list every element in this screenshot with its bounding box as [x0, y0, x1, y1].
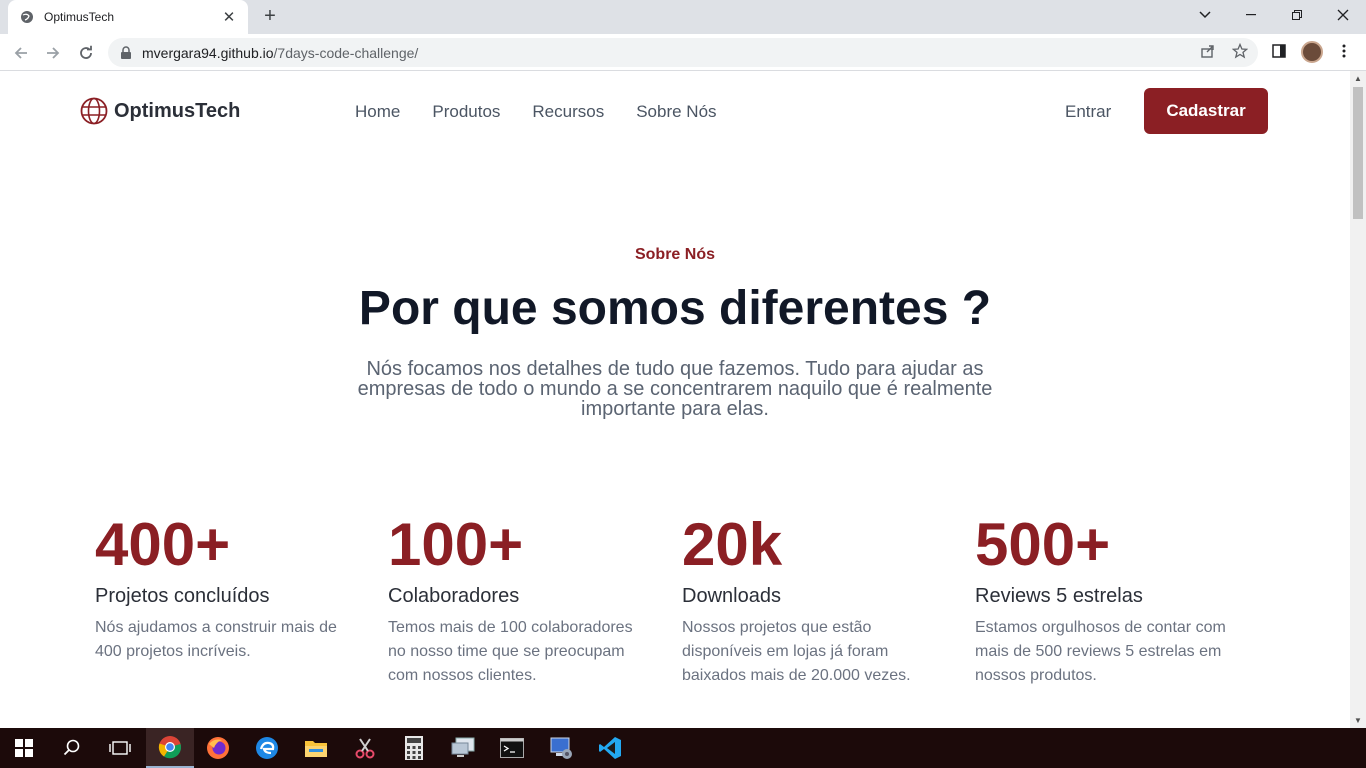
new-tab-button[interactable]: +: [258, 5, 282, 29]
stat-card-collaborators: 100+ Colaboradores Temos mais de 100 col…: [388, 513, 653, 688]
nav-link-recursos[interactable]: Recursos: [532, 102, 604, 122]
terminal-icon[interactable]: [488, 728, 536, 768]
url-host: mvergara94.github.io: [142, 44, 274, 61]
browser-toolbar: mvergara94.github.io/7days-code-challeng…: [0, 34, 1366, 71]
stat-value: 500+: [975, 511, 1111, 578]
stat-card-reviews: 500+ Reviews 5 estrelas Estamos orgulhos…: [975, 513, 1240, 688]
scroll-down-arrow-icon[interactable]: ▼: [1354, 716, 1362, 725]
restore-window-icon[interactable]: [1274, 0, 1320, 30]
brand[interactable]: OptimusTech: [80, 97, 240, 125]
remote-desktop-icon[interactable]: [439, 728, 487, 768]
stat-card-projects: 400+ Projetos concluídos Nós ajudamos a …: [95, 513, 360, 664]
tab-search-chevron-icon[interactable]: [1182, 0, 1228, 30]
login-link[interactable]: Entrar: [1065, 102, 1111, 122]
stat-value: 400+: [95, 511, 231, 578]
windows-taskbar: [0, 728, 1366, 768]
page-viewport: OptimusTech Home Produtos Recursos Sobre…: [0, 71, 1366, 728]
brand-name: OptimusTech: [114, 99, 241, 122]
edge-icon[interactable]: [243, 728, 291, 768]
vscode-icon[interactable]: [586, 728, 634, 768]
browser-tabstrip: OptimusTech ✕ +: [0, 0, 1366, 34]
stat-label: Colaboradores: [388, 585, 520, 607]
signup-button[interactable]: Cadastrar: [1144, 88, 1268, 134]
tab-title: OptimusTech: [44, 10, 115, 24]
windows-start-icon[interactable]: [0, 728, 48, 768]
stat-description: Estamos orgulhosos de contar com mais de…: [975, 619, 1226, 684]
stat-value: 100+: [388, 511, 524, 578]
page-scrollbar[interactable]: ▲ ▼: [1350, 71, 1366, 728]
scrollbar-thumb[interactable]: [1353, 87, 1363, 219]
stat-label: Projetos concluídos: [95, 585, 270, 607]
globe-icon: [20, 10, 34, 24]
menu-kebab-icon[interactable]: [1331, 38, 1357, 64]
main-nav: Home Produtos Recursos Sobre Nós: [355, 102, 749, 122]
address-bar[interactable]: mvergara94.github.io/7days-code-challeng…: [108, 38, 1258, 67]
url-text: mvergara94.github.io/7days-code-challeng…: [142, 45, 418, 61]
nav-link-produtos[interactable]: Produtos: [432, 102, 500, 122]
url-path: /7days-code-challenge/: [273, 44, 419, 61]
scroll-up-arrow-icon[interactable]: ▲: [1354, 74, 1362, 83]
globe-logo-icon: [80, 97, 108, 125]
close-tab-icon[interactable]: ✕: [220, 8, 238, 26]
side-panel-icon[interactable]: [1266, 38, 1292, 64]
stat-value: 20k: [682, 511, 783, 578]
section-title: Por que somos diferentes ?: [358, 282, 992, 335]
nav-link-home[interactable]: Home: [355, 102, 400, 122]
section-eyebrow: Sobre Nós: [634, 246, 715, 263]
stat-description: Temos mais de 100 colaboradores no nosso…: [388, 619, 633, 684]
nav-link-sobre-nos[interactable]: Sobre Nós: [636, 102, 716, 122]
share-icon[interactable]: [1195, 38, 1221, 64]
system-manager-icon[interactable]: [537, 728, 585, 768]
lock-icon: [120, 45, 134, 60]
calculator-icon[interactable]: [390, 728, 438, 768]
chrome-icon[interactable]: [146, 728, 194, 768]
back-arrow-icon[interactable]: [8, 40, 34, 66]
bookmark-star-icon[interactable]: [1227, 38, 1253, 64]
file-explorer-icon[interactable]: [292, 728, 340, 768]
snipping-tool-icon[interactable]: [341, 728, 389, 768]
stat-description: Nós ajudamos a construir mais de 400 pro…: [95, 619, 337, 660]
stat-label: Reviews 5 estrelas: [975, 585, 1143, 607]
forward-arrow-icon[interactable]: [40, 40, 66, 66]
close-window-icon[interactable]: [1320, 0, 1366, 30]
stat-card-downloads: 20k Downloads Nossos projetos que estão …: [682, 513, 947, 688]
search-icon[interactable]: [48, 728, 96, 768]
stat-description: Nossos projetos que estão disponíveis em…: [682, 619, 911, 684]
stat-label: Downloads: [682, 585, 781, 607]
section-description: Nós focamos nos detalhes de tudo que faz…: [357, 358, 993, 420]
firefox-icon[interactable]: [194, 728, 242, 768]
browser-tab[interactable]: OptimusTech ✕: [8, 0, 248, 34]
profile-avatar[interactable]: [1301, 41, 1323, 63]
reload-icon[interactable]: [73, 40, 99, 66]
task-view-icon[interactable]: [96, 728, 144, 768]
minimize-window-icon[interactable]: [1228, 0, 1274, 30]
